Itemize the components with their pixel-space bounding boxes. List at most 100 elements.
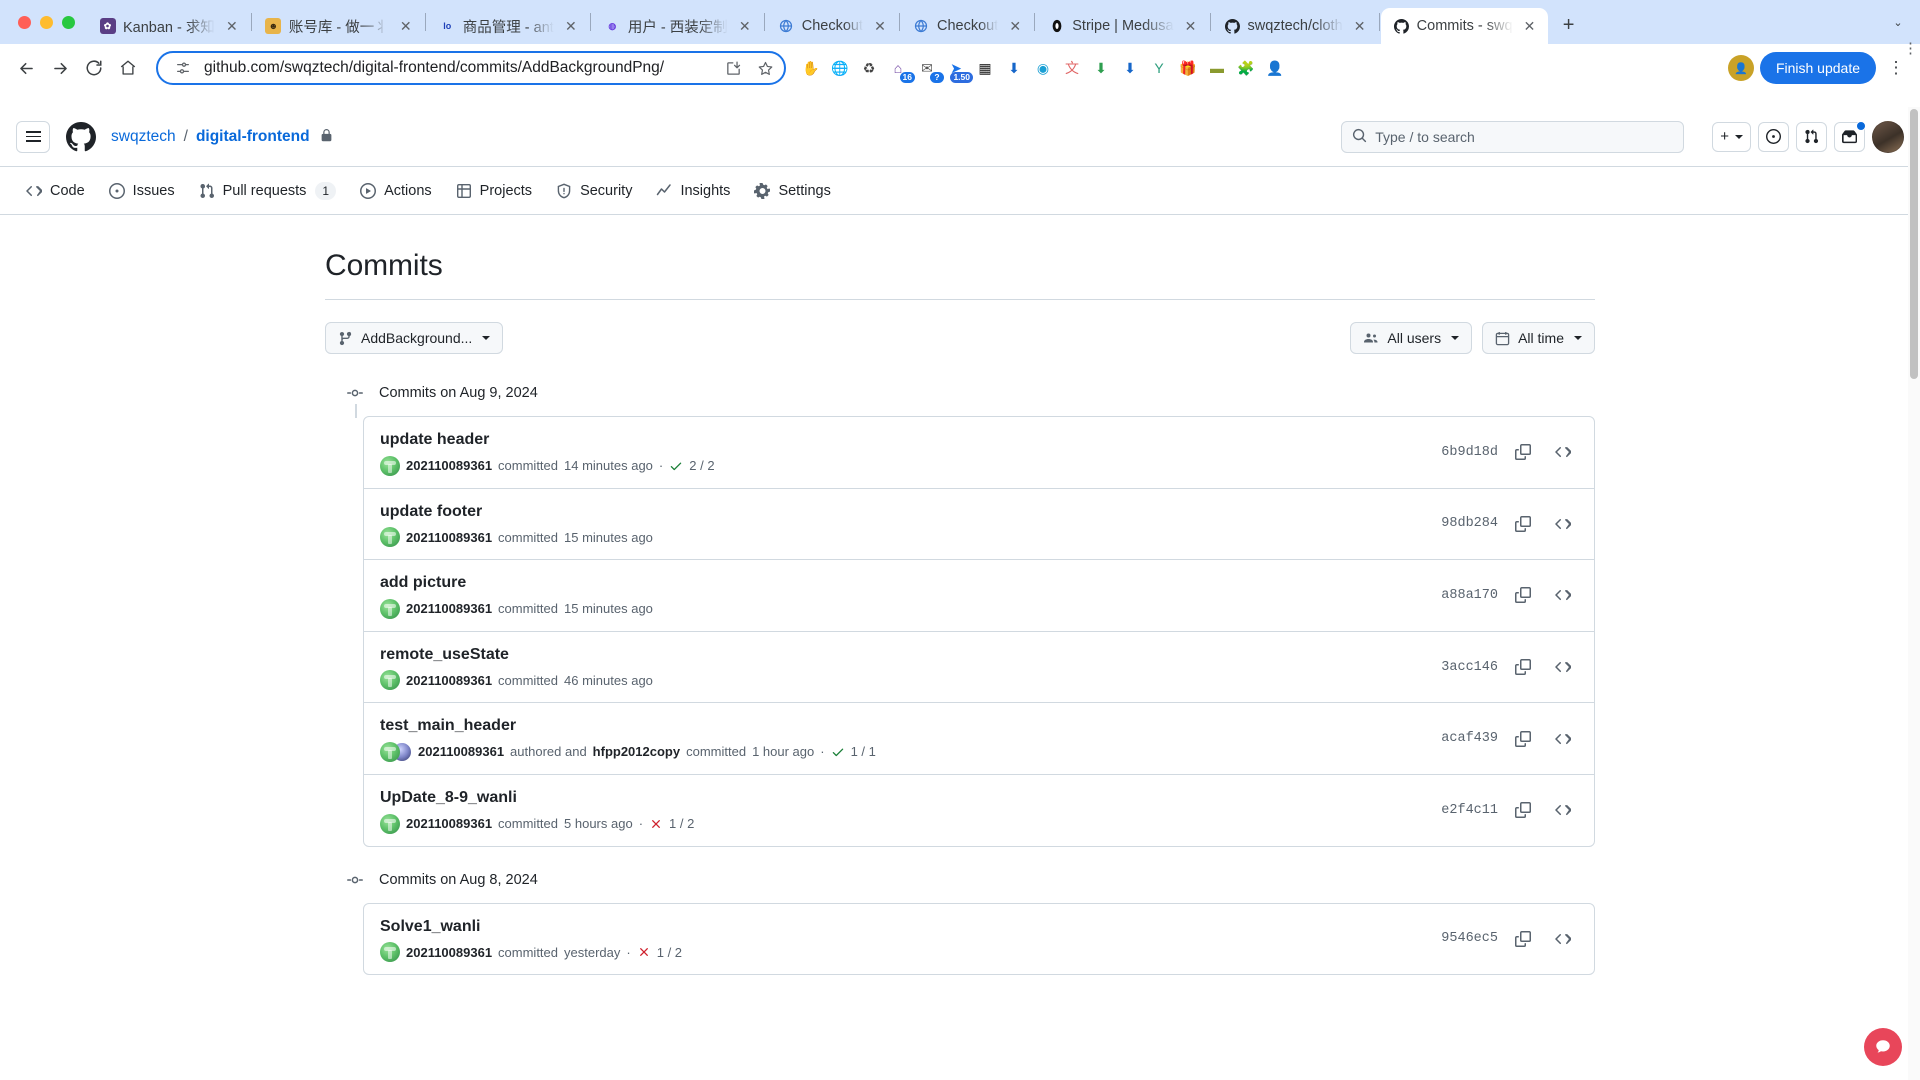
- tab-close-icon[interactable]: ✕: [222, 16, 242, 36]
- tab-close-icon[interactable]: ✕: [561, 16, 581, 36]
- browse-code-icon[interactable]: [1548, 795, 1578, 825]
- commit-status-icon[interactable]: [637, 945, 651, 959]
- browser-tab[interactable]: lo 商品管理 - ant ✕: [427, 8, 589, 44]
- commit-author-name[interactable]: 202110089361: [418, 744, 504, 759]
- tab-close-icon[interactable]: ✕: [735, 16, 755, 36]
- globe-extension[interactable]: 🌐: [827, 55, 853, 81]
- copy-icon[interactable]: [1508, 509, 1538, 539]
- mail-extension[interactable]: ✉?: [914, 55, 944, 83]
- avatar[interactable]: [1872, 120, 1904, 153]
- tab-close-icon[interactable]: ✕: [870, 16, 890, 36]
- new-tab-button[interactable]: +: [1554, 10, 1584, 40]
- browser-tab[interactable]: Commits - swq ✕: [1380, 8, 1548, 44]
- all-users-filter-button[interactable]: All users: [1350, 322, 1473, 354]
- close-window-button[interactable]: [18, 15, 31, 29]
- browser-tab[interactable]: ◍ 用户 - 西装定制 ✕: [592, 8, 763, 44]
- download-extension[interactable]: ⬇: [1001, 55, 1027, 81]
- commit-author-avatar[interactable]: [380, 670, 400, 691]
- browse-code-icon[interactable]: [1548, 652, 1578, 682]
- page-scrollbar[interactable]: [1908, 107, 1920, 1080]
- copy-icon[interactable]: [1508, 652, 1538, 682]
- nav-item-insights[interactable]: Insights: [646, 174, 740, 208]
- install-app-icon[interactable]: [722, 57, 744, 79]
- search-input[interactable]: Type / to search: [1341, 120, 1685, 153]
- tab-close-icon[interactable]: ✕: [396, 16, 416, 36]
- tab-close-icon[interactable]: ✕: [1181, 16, 1201, 36]
- commit-sha[interactable]: acaf439: [1441, 731, 1498, 746]
- flag-extension[interactable]: ➤ 1.50: [943, 55, 973, 83]
- commit-status-icon[interactable]: [831, 745, 845, 759]
- home-extension[interactable]: ⌂ 16: [885, 55, 915, 83]
- all-time-filter-button[interactable]: All time: [1482, 322, 1595, 354]
- copy-icon[interactable]: [1508, 724, 1538, 754]
- browse-code-icon[interactable]: [1548, 580, 1578, 610]
- qr-extension[interactable]: ▦: [972, 55, 998, 81]
- browser-tab[interactable]: Checkout ✕: [901, 8, 1033, 44]
- forward-button[interactable]: [44, 52, 76, 84]
- translate-extension[interactable]: 文: [1059, 55, 1085, 81]
- commit-message[interactable]: update footer: [380, 501, 1429, 523]
- recycle-extension[interactable]: ♻: [856, 55, 882, 81]
- y-extension[interactable]: Y: [1146, 55, 1172, 81]
- back-button[interactable]: [10, 52, 42, 84]
- reload-button[interactable]: [78, 52, 110, 84]
- tag-extension[interactable]: ▬: [1204, 55, 1230, 81]
- commit-status-icon[interactable]: [669, 459, 683, 473]
- copy-icon[interactable]: [1508, 924, 1538, 954]
- commit-message[interactable]: add picture: [380, 572, 1429, 594]
- browser-tab[interactable]: Checkout ✕: [766, 8, 898, 44]
- tab-search-chevron-icon[interactable]: ⌄: [1884, 8, 1912, 36]
- commit-author-avatar[interactable]: [380, 741, 400, 762]
- profile-avatar-icon[interactable]: 👤: [1727, 55, 1754, 81]
- tab-close-icon[interactable]: ✕: [1350, 16, 1370, 36]
- commit-message[interactable]: UpDate_8-9_wanli: [380, 787, 1429, 809]
- chat-widget-button[interactable]: [1864, 1028, 1902, 1066]
- maximize-window-button[interactable]: [62, 15, 75, 29]
- commit-status-icon[interactable]: [649, 817, 663, 831]
- browser-tab[interactable]: swqztech/cloth ✕: [1212, 8, 1378, 44]
- nav-item-security[interactable]: Security: [546, 174, 642, 208]
- create-new-button[interactable]: +: [1712, 121, 1751, 152]
- pull-requests-button[interactable]: [1796, 121, 1827, 152]
- commit-author-avatar[interactable]: [380, 455, 400, 476]
- commit-sha[interactable]: e2f4c11: [1441, 803, 1498, 818]
- tab-close-icon[interactable]: ✕: [1520, 16, 1540, 36]
- commit-sha[interactable]: 9546ec5: [1441, 931, 1498, 946]
- commit-author-name[interactable]: 202110089361: [406, 530, 492, 545]
- nav-item-issues[interactable]: Issues: [99, 174, 185, 208]
- commit-author-name[interactable]: 202110089361: [406, 816, 492, 831]
- commit-sha[interactable]: 3acc146: [1441, 660, 1498, 675]
- global-nav-menu-button[interactable]: [16, 120, 50, 153]
- commit-author-avatar[interactable]: [380, 813, 400, 834]
- commit-sha[interactable]: 98db284: [1441, 516, 1498, 531]
- browse-code-icon[interactable]: [1548, 437, 1578, 467]
- commit-message[interactable]: remote_useState: [380, 644, 1429, 666]
- browser-tab[interactable]: ☻ 账号库 - 做一丬 ✕: [253, 8, 424, 44]
- minimize-window-button[interactable]: [40, 15, 53, 29]
- browse-code-icon[interactable]: [1548, 509, 1578, 539]
- site-settings-icon[interactable]: [172, 57, 194, 79]
- breadcrumb-owner[interactable]: swqztech: [111, 128, 176, 146]
- gift-extension[interactable]: 🎁: [1175, 55, 1201, 81]
- profile-extension[interactable]: 👤: [1262, 55, 1288, 81]
- browse-code-icon[interactable]: [1548, 724, 1578, 754]
- address-bar[interactable]: github.com/swqztech/digital-frontend/com…: [156, 51, 786, 85]
- commit-author-avatar[interactable]: [380, 598, 400, 619]
- github-logo-icon[interactable]: [64, 120, 97, 153]
- browser-menu-button[interactable]: ⋮: [1882, 54, 1910, 82]
- copy-icon[interactable]: [1508, 580, 1538, 610]
- commit-author-avatar[interactable]: [380, 942, 400, 963]
- nav-item-projects[interactable]: Projects: [446, 174, 542, 208]
- nav-item-pull-requests[interactable]: Pull requests 1: [189, 174, 347, 208]
- commit-author-name[interactable]: 202110089361: [406, 673, 492, 688]
- commit-author-name[interactable]: 202110089361: [406, 945, 492, 960]
- commit-message[interactable]: test_main_header: [380, 715, 1429, 737]
- commit-author-name[interactable]: 202110089361: [406, 458, 492, 473]
- commit-author-name[interactable]: 202110089361: [406, 601, 492, 616]
- adblock-extension[interactable]: ✋: [798, 55, 824, 81]
- nav-item-actions[interactable]: Actions: [350, 174, 442, 208]
- commit-sha[interactable]: a88a170: [1441, 588, 1498, 603]
- finish-update-button[interactable]: Finish update: [1759, 52, 1876, 84]
- nav-item-code[interactable]: Code: [16, 174, 95, 208]
- puzzle-extension[interactable]: 🧩: [1233, 55, 1259, 81]
